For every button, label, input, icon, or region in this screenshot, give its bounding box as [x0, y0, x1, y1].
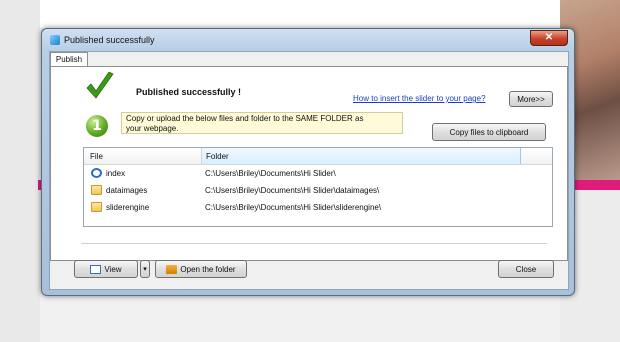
success-checkmark-icon: [86, 72, 114, 99]
close-button[interactable]: Close: [498, 260, 554, 278]
publish-dialog: Published successfully ✕ Publish Publish…: [41, 28, 575, 296]
file-name: dataimages: [106, 186, 148, 195]
file-folder: C:\Users\Briley\Documents\Hi Slider\data…: [205, 186, 380, 195]
separator: [81, 243, 547, 244]
file-folder: C:\Users\Briley\Documents\Hi Slider\slid…: [205, 203, 382, 212]
instruction-note-line1: Copy or upload the below files and folde…: [126, 114, 364, 123]
instruction-note: Copy or upload the below files and folde…: [121, 112, 403, 134]
column-file[interactable]: File: [90, 152, 103, 161]
title-bar[interactable]: Published successfully ✕: [42, 29, 574, 51]
folder-icon: [91, 185, 102, 195]
web-page-icon: [91, 168, 102, 178]
tab-publish[interactable]: Publish: [50, 52, 88, 67]
dialog-client-area: Publish Published successfully ! How to …: [49, 51, 569, 290]
open-folder-label: Open the folder: [180, 264, 236, 274]
window-title: Published successfully: [64, 35, 155, 45]
window-close-button[interactable]: ✕: [530, 30, 568, 46]
folder-icon: [91, 202, 102, 212]
background-page-top: [0, 0, 620, 28]
insert-slider-help-link[interactable]: How to insert the slider to your page?: [353, 94, 486, 103]
file-list-header: File Folder: [84, 148, 552, 165]
folder-tree-icon: [166, 264, 178, 274]
file-row[interactable]: dataimages C:\Users\Briley\Documents\Hi …: [84, 182, 552, 199]
instruction-note-line2: your webpage.: [126, 124, 179, 133]
open-folder-button[interactable]: Open the folder: [155, 260, 247, 278]
file-name: index: [106, 169, 126, 178]
view-button-label: View: [104, 264, 122, 274]
column-folder-cell[interactable]: [201, 148, 521, 164]
step-one-icon: 1: [86, 115, 108, 137]
file-row[interactable]: index C:\Users\Briley\Documents\Hi Slide…: [84, 165, 552, 182]
file-name: sliderengine: [106, 203, 150, 212]
file-row[interactable]: sliderengine C:\Users\Briley\Documents\H…: [84, 199, 552, 216]
copy-files-button[interactable]: Copy files to clipboard: [432, 123, 546, 141]
file-folder: C:\Users\Briley\Documents\Hi Slider\: [205, 169, 336, 178]
file-list[interactable]: File Folder index C:\Users\Briley\Docume…: [83, 147, 553, 227]
more-button[interactable]: More>>: [509, 91, 553, 107]
success-headline: Published successfully !: [136, 87, 242, 97]
background-left-strip: [0, 0, 40, 342]
column-folder[interactable]: Folder: [206, 152, 229, 161]
view-dropdown-button[interactable]: ▾: [140, 260, 150, 278]
book-icon: [90, 264, 102, 274]
view-button[interactable]: View: [74, 260, 138, 278]
app-icon: [50, 35, 60, 45]
publish-tab-pane: Published successfully ! How to insert t…: [50, 66, 568, 261]
